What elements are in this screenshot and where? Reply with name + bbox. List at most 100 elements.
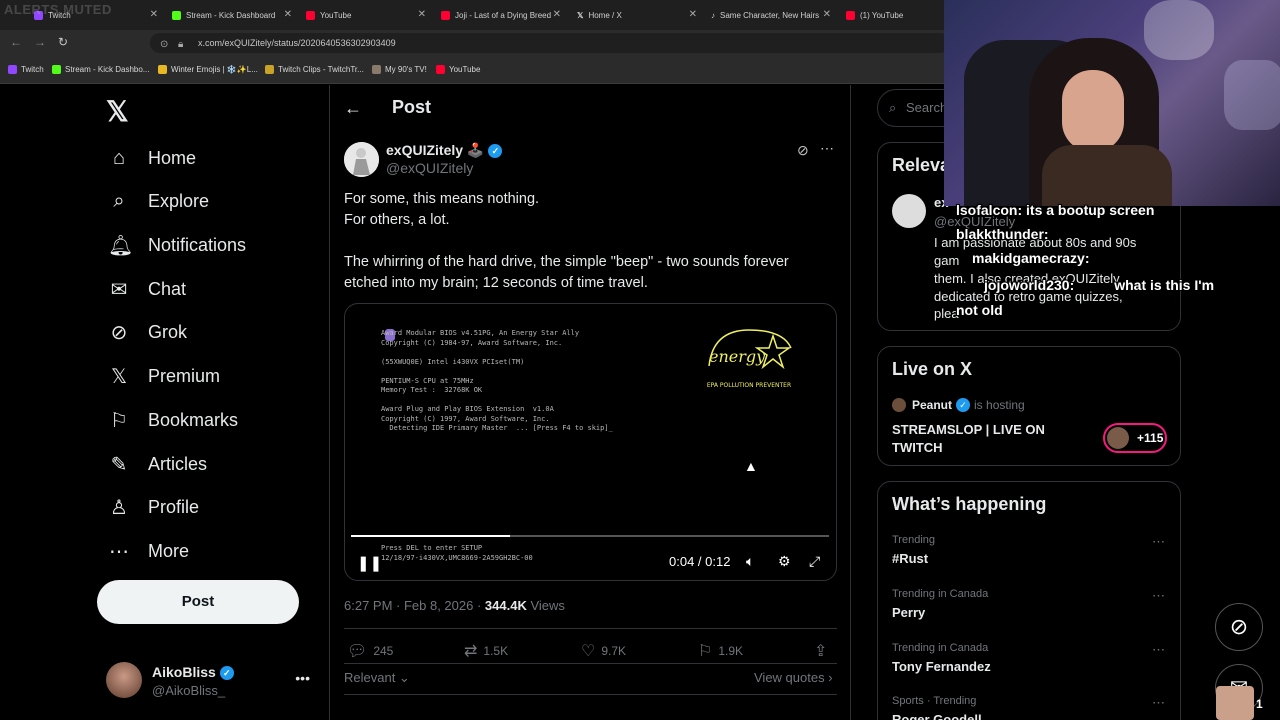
browser-tab[interactable]: ♪ Same Character, New Hairs ✕ [711,4,831,26]
bookmark-item[interactable]: Winter Emojis | ❄️✨L... [158,65,258,74]
more-icon[interactable]: ••• [295,670,310,686]
like-button[interactable]: ♡ 9.7K [581,641,626,661]
account-switcher[interactable]: AikoBliss ✓ @AikoBliss_ ••• [106,662,318,702]
browser-tab[interactable]: YouTube ✕ [306,4,426,26]
bookmark-button[interactable]: ⚐ 1.9K [698,641,743,661]
close-tab-icon[interactable]: ✕ [689,9,697,20]
post-text-line: For some, this means nothing. [344,191,540,207]
x-logo-icon: 𝕏 [577,10,584,20]
repost-icon: ⇄ [464,643,478,660]
close-tab-icon[interactable]: ✕ [823,9,831,20]
close-tab-icon[interactable]: ✕ [150,9,158,20]
site-info-icon[interactable]: ⊙ [160,35,168,55]
nav-more[interactable]: ⋯ More [108,536,189,566]
nav-notifications[interactable]: 🔔︎ Notifications [108,230,246,260]
divider [344,663,837,664]
trend-name[interactable]: Roger Goodell [892,712,982,720]
nav-home[interactable]: ⌂ Home [108,143,196,173]
more-icon[interactable]: ⋯ [1152,534,1165,550]
more-icon[interactable]: ⋯ [1152,588,1165,604]
bookmark-item[interactable]: My 90's TV! [372,65,427,74]
reply-button[interactable]: 💬︎ 245 [347,641,393,661]
author-name[interactable]: exQUIZitely 🕹️ [386,142,484,158]
grok-float-button[interactable]: ⊘ [1215,603,1263,651]
grok-icon[interactable]: ⊘ [797,142,809,159]
divider [344,694,837,695]
search-icon: ⌕ [889,100,897,115]
address-bar[interactable]: ⊙ 🔒︎ x.com/exQUIZitely/status/2020640536… [150,33,950,53]
trend-name[interactable]: #Rust [892,551,928,566]
sort-replies-dropdown[interactable]: Relevant ⌄ [344,670,410,686]
browser-tab[interactable]: Joji - Last of a Dying Breed ✕ [441,4,561,26]
back-icon[interactable]: ← [10,35,22,49]
youtube-icon [846,10,855,20]
bookmark-icon: ⚐ [698,643,713,660]
nav-bookmarks[interactable]: ⚐ Bookmarks [108,405,238,435]
youtube-icon [436,65,445,74]
more-icon[interactable]: ⋯ [820,140,834,157]
author-handle[interactable]: @exQUIZitely [386,160,473,176]
repost-button[interactable]: ⇄ 1.5K [464,641,508,661]
live-listener-count[interactable]: +115 [1103,423,1167,453]
article-icon: ✎ [110,453,128,476]
volume-icon[interactable]: 🔈︎ [746,553,754,570]
forward-icon[interactable]: → [34,35,46,49]
chat-message: not old [956,302,1003,318]
bookmark-item[interactable]: Stream - Kick Dashbo... [52,65,149,74]
alerts-muted-overlay: ALERTS MUTED [4,2,112,17]
home-icon: ⌂ [112,146,126,169]
verified-badge-icon: ✓ [488,144,503,159]
person-icon: ♙ [110,496,128,519]
x-logo-icon[interactable]: 𝕏 [106,95,129,128]
share-button[interactable]: ⇪ [814,641,833,661]
back-arrow-icon[interactable]: ← [344,98,362,119]
more-circle-icon: ⋯ [109,540,129,563]
nav-chat[interactable]: ✉ Chat [108,274,186,304]
video-player[interactable]: Award Modular BIOS v4.51PG, An Energy St… [344,303,837,581]
bio-line: gam [934,253,960,268]
nav-premium[interactable]: 𝕏 Premium [108,361,220,391]
browser-tab[interactable]: (1) YouTube [846,4,946,26]
nav-grok[interactable]: ⊘ Grok [108,317,187,347]
chat-message: lsofalcon: its a bootup screen [956,202,1155,218]
post-button[interactable]: Post [97,580,299,624]
live-stream-title[interactable]: TWITCH [892,440,943,455]
more-icon[interactable]: ⋯ [1152,695,1165,711]
pause-icon[interactable]: ❚❚ [357,554,382,572]
trend-name[interactable]: Tony Fernandez [892,659,991,674]
nav-profile[interactable]: ♙ Profile [108,492,199,522]
chat-message: blakkthunder: [956,226,1049,242]
live-host[interactable]: Peanut ✓ is hosting [892,398,1025,412]
browser-tab[interactable]: 𝕏 Home / X ✕ [577,4,697,26]
avatar [892,398,906,412]
live-stream-title[interactable]: STREAMSLOP | LIVE ON [892,422,1045,437]
close-tab-icon[interactable]: ✕ [418,9,426,20]
trend-category: Sports · Trending [892,695,977,707]
bookmark-item[interactable]: Twitch Clips - TwitchTr... [265,65,364,74]
close-tab-icon[interactable]: ✕ [284,9,292,20]
url-text: x.com/exQUIZitely/status/202064053630290… [198,38,396,48]
nav-explore[interactable]: ⌕ Explore [108,186,209,216]
fullscreen-icon[interactable]: ⤢ [809,553,820,570]
post-text-line: etched into my brain; 12 seconds of time… [344,275,648,291]
trend-category: Trending in Canada [892,642,989,654]
trend-name[interactable]: Perry [892,605,925,620]
browser-tab[interactable]: Stream - Kick Dashboard ✕ [172,4,292,26]
author-avatar[interactable] [344,142,379,177]
bookmark-item[interactable]: Twitch [8,65,44,74]
bookmark-item[interactable]: YouTube [436,65,480,74]
chat-message: jojoworld230: what is this I'm [984,277,1215,293]
more-icon[interactable]: ⋯ [1152,642,1165,658]
video-progress-bar[interactable] [351,535,829,537]
nav-articles[interactable]: ✎ Articles [108,449,207,479]
author-avatar[interactable] [892,194,926,228]
reload-icon[interactable]: ↻ [58,35,68,49]
settings-icon[interactable]: ⚙ [778,553,791,570]
post-timestamp[interactable]: 6:27 PM · Feb 8, 2026 · [344,598,485,613]
heart-icon: ♡ [581,643,596,660]
mouse-cursor: ▲ [744,458,758,474]
x-premium-icon: 𝕏 [110,365,128,388]
close-tab-icon[interactable]: ✕ [553,9,561,20]
view-quotes-link[interactable]: View quotes › [754,670,833,685]
grok-icon: ⊘ [110,321,128,344]
